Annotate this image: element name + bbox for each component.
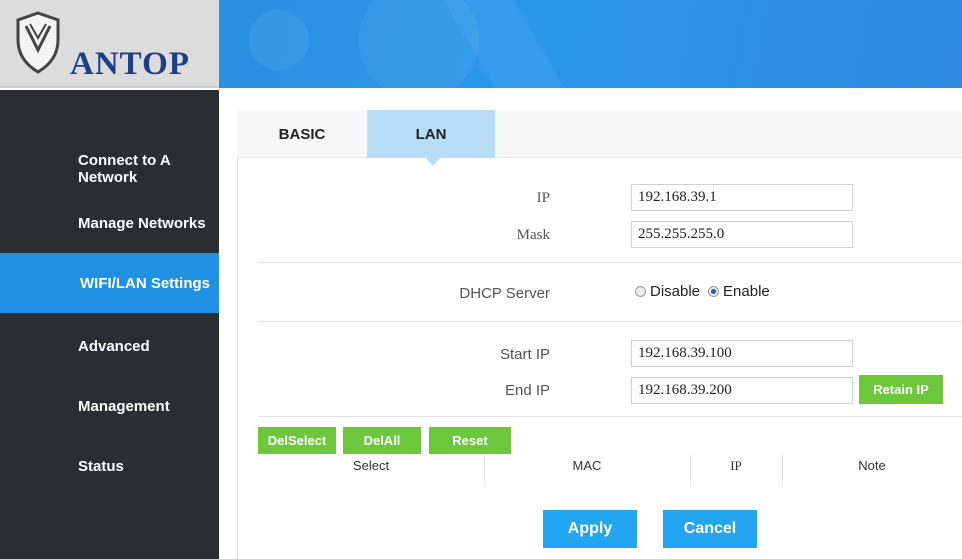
- cancel-button[interactable]: Cancel: [663, 510, 757, 548]
- shield-logo-icon: [16, 11, 60, 74]
- delselect-button[interactable]: DelSelect: [258, 427, 336, 454]
- dhcp-disable-label[interactable]: Disable: [650, 283, 700, 300]
- divider: [258, 321, 962, 322]
- table-header-ip: IP: [730, 458, 742, 473]
- logo-area: ANTOP: [0, 0, 219, 88]
- divider: [258, 416, 962, 417]
- retain-ip-button[interactable]: Retain IP: [859, 375, 943, 404]
- sidebar-item-management[interactable]: Management: [0, 398, 219, 415]
- sidebar-item-connect-network[interactable]: Connect to A Network: [0, 152, 219, 186]
- tab-lan[interactable]: LAN: [367, 110, 495, 158]
- dhcp-server-label: DHCP Server: [459, 285, 550, 302]
- tab-bar: BASIC LAN: [237, 110, 962, 158]
- tab-basic[interactable]: BASIC: [237, 110, 367, 158]
- start-ip-label: Start IP: [499, 346, 550, 363]
- dhcp-enable-radio[interactable]: [708, 286, 720, 297]
- reset-button[interactable]: Reset: [429, 427, 511, 454]
- header-banner: [219, 0, 962, 88]
- dhcp-radio-group: Disable Enable: [635, 283, 778, 300]
- table-header-mac: MAC: [572, 458, 602, 473]
- divider: [258, 262, 962, 263]
- end-ip-input[interactable]: 192.168.39.200: [631, 377, 853, 404]
- end-ip-label: End IP: [504, 382, 550, 399]
- dhcp-disable-radio[interactable]: [635, 286, 646, 297]
- table-header-note: Note: [858, 458, 886, 473]
- ip-label: IP: [536, 190, 550, 206]
- ip-input[interactable]: 192.168.39.1: [631, 184, 853, 211]
- brand-name: ANTOP: [70, 46, 190, 82]
- mask-input[interactable]: 255.255.255.0: [631, 221, 853, 248]
- dhcp-enable-label[interactable]: Enable: [723, 283, 770, 300]
- content-panel: [237, 110, 962, 559]
- active-tab-indicator: [426, 158, 440, 166]
- sidebar-item-wifi-lan-settings[interactable]: WIFI/LAN Settings: [0, 253, 219, 313]
- sidebar-item-status[interactable]: Status: [0, 458, 219, 475]
- table-header-select: Select: [352, 458, 390, 473]
- mask-label: Mask: [516, 227, 550, 243]
- start-ip-input[interactable]: 192.168.39.100: [631, 340, 853, 367]
- delall-button[interactable]: DelAll: [343, 427, 421, 454]
- apply-button[interactable]: Apply: [543, 510, 637, 548]
- sidebar-item-advanced[interactable]: Advanced: [0, 338, 219, 355]
- router-admin-page: ANTOP Connect to A Network Manage Networ…: [0, 0, 962, 559]
- sidebar-item-manage-networks[interactable]: Manage Networks: [0, 215, 219, 232]
